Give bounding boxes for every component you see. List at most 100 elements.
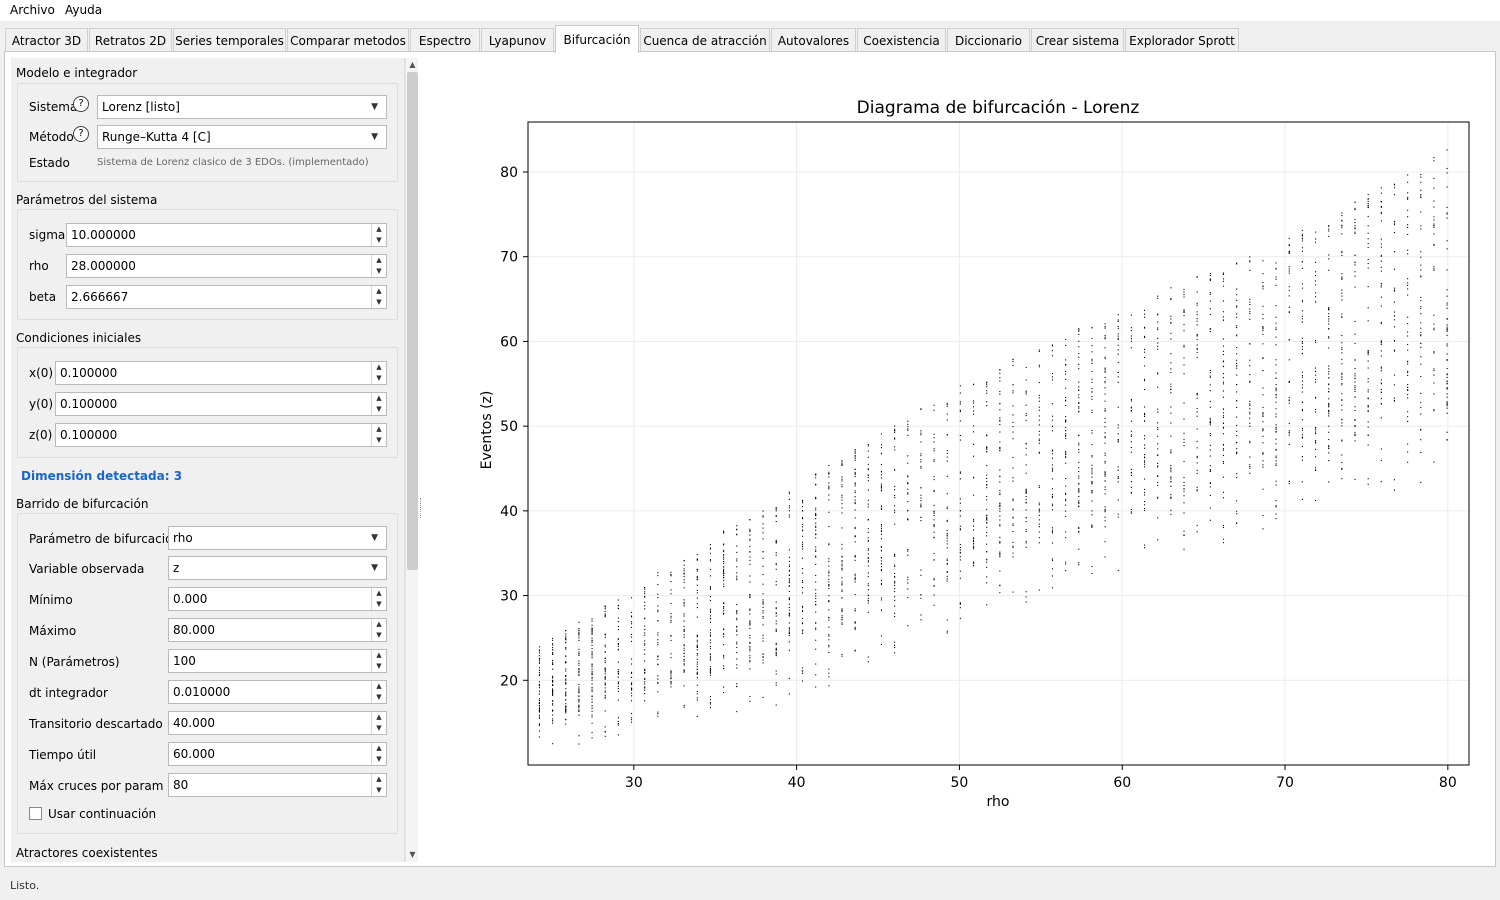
scatter-point [894, 612, 896, 614]
scatter-point [709, 669, 712, 671]
scatter-point [762, 624, 764, 626]
scatter-point [1328, 308, 1330, 311]
scatter-point [1420, 401, 1422, 403]
scatter-point [1196, 291, 1198, 293]
scatter-point [1328, 336, 1330, 338]
tab-coexistencia[interactable]: Coexistencia [857, 28, 946, 52]
scatter-point [749, 668, 751, 670]
scatter-point [749, 657, 751, 659]
scatter-point [591, 639, 593, 641]
scatter-point [867, 560, 869, 562]
scatter-point [657, 678, 659, 680]
scatter-point [1091, 351, 1093, 353]
scatter-point [1407, 253, 1409, 255]
scatter-point [1183, 481, 1185, 483]
scatter-point [801, 526, 804, 528]
scatter-point [1367, 243, 1369, 245]
scatter-point [723, 636, 725, 638]
scatter-point [723, 657, 725, 659]
scatter-point [709, 648, 712, 650]
tab-lyapunov[interactable]: Lyapunov [481, 28, 554, 52]
scatter-point [670, 620, 672, 622]
scatter-point [1065, 420, 1067, 422]
scatter-point [696, 690, 698, 693]
scatter-point [920, 430, 922, 432]
scatter-point [1407, 198, 1409, 200]
scatter-point [1209, 369, 1211, 372]
tab-comparar-metodos[interactable]: Comparar metodos [287, 28, 409, 52]
scatter-point [933, 514, 935, 516]
scatter-point [1275, 387, 1277, 389]
scatter-point [696, 649, 698, 651]
menu-archivo[interactable]: Archivo [10, 3, 55, 17]
scatter-point [815, 546, 817, 548]
scatter-point [1104, 442, 1106, 444]
scatter-point [999, 391, 1001, 393]
scatter-point [630, 640, 633, 642]
scatter-point [801, 567, 804, 570]
tab-series-temporales[interactable]: Series temporales [173, 28, 286, 52]
scatter-point [1433, 314, 1435, 316]
scatter-point [1249, 442, 1251, 444]
tab-crear-sistema[interactable]: Crear sistema [1031, 28, 1124, 52]
scatter-point [1367, 405, 1369, 407]
scatter-point [1407, 209, 1409, 211]
scatter-point [1341, 376, 1343, 378]
scatter-point [1157, 321, 1159, 323]
scatter-point [1288, 266, 1290, 268]
scatter-point [1170, 298, 1172, 301]
scatter-point [972, 520, 975, 522]
scatter-point [841, 480, 843, 482]
tab-diccionario[interactable]: Diccionario [947, 28, 1030, 52]
tab-cuenca-atraccion[interactable]: Cuenca de atracción [640, 28, 770, 52]
tab-espectro[interactable]: Espectro [410, 28, 480, 52]
scatter-point [1420, 331, 1422, 333]
scatter-point [841, 484, 843, 486]
scatter-point [749, 545, 751, 547]
scatter-point [604, 660, 606, 662]
scatter-point [1091, 482, 1093, 484]
scatter-point [1315, 408, 1317, 410]
scatter-point [1315, 469, 1317, 471]
scatter-point [1275, 278, 1277, 280]
scatter-point [1446, 334, 1448, 336]
scatter-point [696, 592, 698, 594]
scatter-point [538, 730, 540, 732]
tab-bifurcacion[interactable]: Bifurcación [555, 25, 639, 53]
scatter-point [1222, 377, 1225, 379]
scatter-point [801, 518, 804, 520]
scatter-point [972, 494, 975, 496]
scatter-point [617, 661, 619, 663]
tab-explorador-sprott[interactable]: Explorador Sprott [1125, 28, 1239, 52]
scatter-point [1051, 575, 1054, 577]
scatter-point [788, 677, 790, 679]
scatter-point [1078, 434, 1080, 437]
tab-autovalores[interactable]: Autovalores [771, 28, 856, 52]
scatter-point [723, 572, 725, 574]
scatter-point [1196, 335, 1198, 337]
scatter-point [1236, 365, 1238, 367]
scatter-point [1380, 243, 1382, 245]
scatter-point [999, 380, 1001, 382]
scatter-point [1038, 508, 1040, 510]
scatter-point [1354, 221, 1356, 224]
tab-retratos-2d[interactable]: Retratos 2D [89, 28, 172, 52]
scatter-point [1157, 411, 1159, 413]
scatter-point [1301, 237, 1303, 239]
scatter-point [1117, 516, 1119, 518]
scatter-point [1091, 396, 1093, 398]
scatter-point [749, 623, 751, 625]
tab-atractor-3d[interactable]: Atractor 3D [5, 28, 88, 52]
menu-ayuda[interactable]: Ayuda [65, 3, 102, 17]
scatter-point [1380, 341, 1382, 343]
scatter-point [578, 669, 580, 671]
scatter-point [1157, 466, 1159, 468]
scatter-point [959, 515, 961, 517]
scatter-point [880, 488, 883, 490]
scatter-point [1249, 456, 1251, 458]
scatter-point [565, 683, 567, 685]
scatter-point [1038, 440, 1040, 442]
scatter-point [1091, 514, 1093, 516]
scatter-point [1183, 445, 1185, 447]
scatter-point [578, 735, 580, 737]
